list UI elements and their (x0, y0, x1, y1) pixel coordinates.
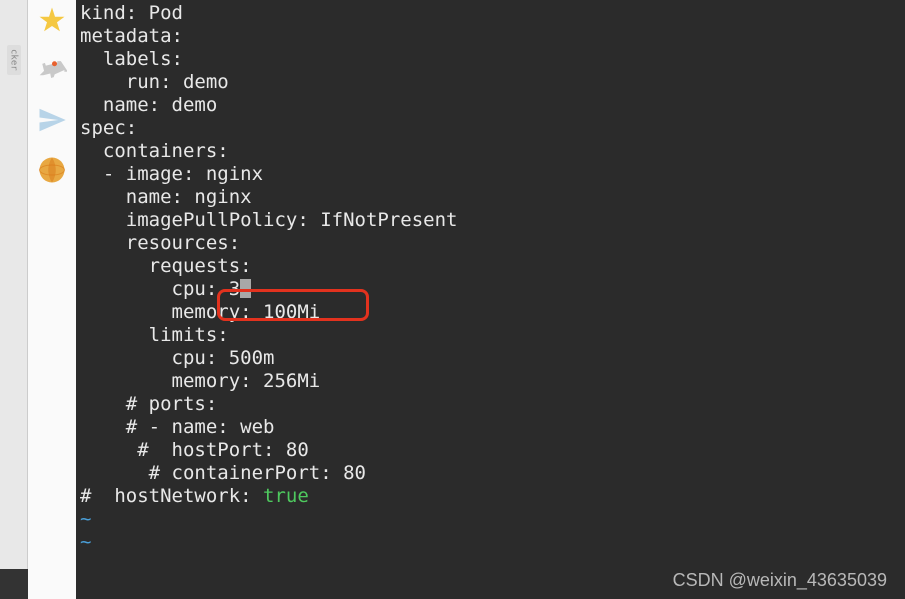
send-icon[interactable] (34, 102, 70, 138)
code-line: # containerPort: 80 (80, 462, 905, 485)
cursor-icon (240, 279, 251, 298)
bottom-bar (0, 569, 28, 599)
code-line: metadata: (80, 25, 905, 48)
pin-icon[interactable] (34, 52, 70, 88)
code-line: requests: (80, 255, 905, 278)
code-line: resources: (80, 232, 905, 255)
code-line: imagePullPolicy: IfNotPresent (80, 209, 905, 232)
code-line-cursor: cpu: 3 (80, 278, 905, 301)
code-line: cpu: 500m (80, 347, 905, 370)
code-line: kind: Pod (80, 2, 905, 25)
code-line: - image: nginx (80, 163, 905, 186)
code-line: spec: (80, 117, 905, 140)
star-icon[interactable] (34, 2, 70, 38)
code-line: # hostPort: 80 (80, 439, 905, 462)
left-tag: cker (7, 45, 21, 75)
code-line: labels: (80, 48, 905, 71)
code-line: # - name: web (80, 416, 905, 439)
code-line: memory: 100Mi (80, 301, 905, 324)
left-panel: cker (0, 0, 28, 599)
code-line: limits: (80, 324, 905, 347)
globe-icon[interactable] (34, 152, 70, 188)
code-editor[interactable]: kind: Pod metadata: labels: run: demo na… (76, 0, 905, 599)
sidebar (28, 0, 76, 599)
code-line: name: nginx (80, 186, 905, 209)
code-line: name: demo (80, 94, 905, 117)
code-line-hostnetwork: # hostNetwork: true (80, 485, 905, 508)
code-line: containers: (80, 140, 905, 163)
code-line: run: demo (80, 71, 905, 94)
code-line: # ports: (80, 393, 905, 416)
watermark: CSDN @weixin_43635039 (673, 570, 887, 591)
tilde-line: ~ (80, 531, 905, 554)
code-line: memory: 256Mi (80, 370, 905, 393)
tilde-line: ~ (80, 508, 905, 531)
